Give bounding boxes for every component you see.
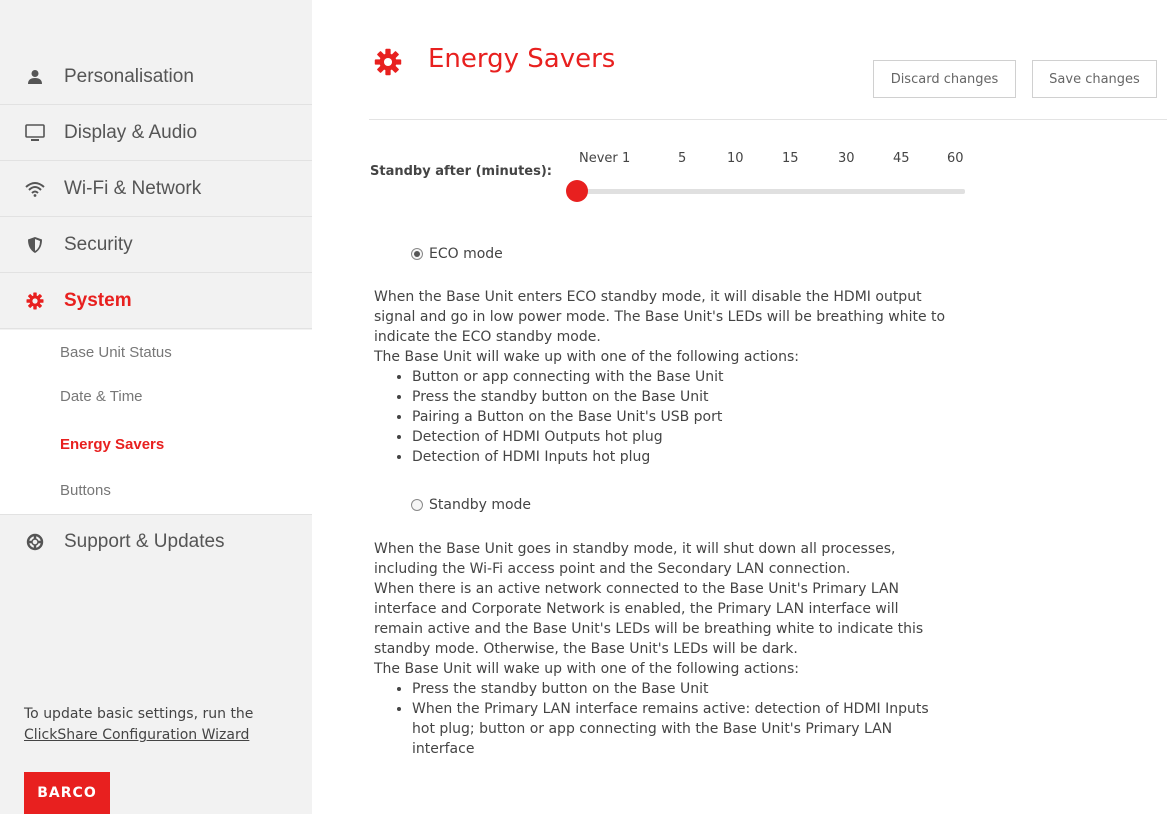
standby-mode-label: Standby mode — [429, 497, 532, 513]
slider-tick-label: 30 — [838, 151, 855, 166]
sidebar-item-label: Personalisation — [64, 66, 194, 87]
save-changes-button[interactable]: Save changes — [1032, 60, 1157, 98]
config-wizard-link[interactable]: ClickShare Configuration Wizard — [24, 727, 249, 743]
description-line: When the Base Unit enters ECO standby mo… — [374, 289, 922, 305]
sidebar-item-display-audio[interactable]: Display & Audio — [0, 106, 312, 161]
header-divider — [369, 119, 1167, 120]
lifebuoy-icon — [24, 531, 46, 553]
sidebar-item-label: System — [64, 290, 132, 311]
sidebar-item-label: Security — [64, 234, 133, 255]
list-item: Button or app connecting with the Base U… — [412, 367, 964, 387]
monitor-icon — [24, 122, 46, 144]
standby-slider-track[interactable] — [577, 189, 965, 194]
hint-text: To update basic settings, run the — [24, 706, 254, 722]
description-line: The Base Unit will wake up with one of t… — [374, 661, 799, 677]
eco-mode-label: ECO mode — [429, 246, 503, 262]
list-item: Pairing a Button on the Base Unit's USB … — [412, 407, 964, 427]
page-title: Energy Savers — [428, 44, 616, 74]
description-line: interface and Corporate Network is enabl… — [374, 601, 899, 617]
standby-slider-handle[interactable] — [566, 180, 588, 202]
list-item: Detection of HDMI Outputs hot plug — [412, 427, 964, 447]
description-line: standby mode. Otherwise, the Base Unit's… — [374, 641, 798, 657]
slider-tick-label: 1 — [622, 151, 631, 166]
standby-wake-actions-list: Press the standby button on the Base Uni… — [374, 679, 952, 759]
shield-icon — [24, 234, 46, 256]
slider-tick-label: 5 — [678, 151, 687, 166]
sidebar-item-label: Support & Updates — [64, 530, 225, 552]
discard-changes-button[interactable]: Discard changes — [873, 60, 1016, 98]
standby-mode-radio[interactable] — [411, 499, 423, 511]
submenu-item-buttons[interactable]: Buttons — [60, 482, 111, 499]
eco-mode-radio[interactable] — [411, 248, 423, 260]
sidebar-item-label: Display & Audio — [64, 122, 198, 143]
sidebar-item-wifi-network[interactable]: Wi-Fi & Network — [0, 162, 312, 217]
standby-mode-option[interactable]: Standby mode — [411, 497, 531, 513]
description-line: indicate the ECO standby mode. — [374, 329, 601, 345]
description-line: signal and go in low power mode. The Bas… — [374, 309, 946, 325]
gear-icon — [374, 48, 402, 76]
user-icon — [24, 66, 46, 88]
eco-mode-description: When the Base Unit enters ECO standby mo… — [374, 287, 964, 467]
list-item: Press the standby button on the Base Uni… — [412, 387, 964, 407]
description-line: The Base Unit will wake up with one of t… — [374, 349, 799, 365]
list-item: Detection of HDMI Inputs hot plug — [412, 447, 964, 467]
system-submenu: Base Unit Status Date & Time Energy Save… — [0, 330, 312, 515]
slider-tick-label: 60 — [947, 151, 964, 166]
config-wizard-hint: To update basic settings, run the ClickS… — [24, 704, 304, 746]
list-item: When the Primary LAN interface remains a… — [412, 699, 952, 759]
sidebar-item-personalisation[interactable]: Personalisation — [0, 50, 312, 105]
slider-tick-label: 10 — [727, 151, 744, 166]
gear-icon — [24, 290, 46, 312]
slider-tick-label: Never — [579, 151, 618, 166]
standby-mode-description: When the Base Unit goes in standby mode,… — [374, 539, 964, 759]
list-item: Press the standby button on the Base Uni… — [412, 679, 952, 699]
description-line: When there is an active network connecte… — [374, 581, 900, 597]
eco-mode-option[interactable]: ECO mode — [411, 246, 503, 262]
barco-logo: BARCO — [24, 772, 110, 814]
eco-wake-actions-list: Button or app connecting with the Base U… — [374, 367, 964, 467]
sidebar-item-system[interactable]: System — [0, 274, 312, 329]
description-line: remain active and the Base Unit's LEDs w… — [374, 621, 924, 637]
wifi-icon — [24, 178, 46, 200]
description-line: When the Base Unit goes in standby mode,… — [374, 541, 896, 557]
submenu-item-energy-savers[interactable]: Energy Savers — [60, 436, 164, 453]
sidebar-item-security[interactable]: Security — [0, 218, 312, 273]
slider-tick-label: 45 — [893, 151, 910, 166]
description-line: including the Wi-Fi access point and the… — [374, 561, 851, 577]
sidebar-item-support-updates[interactable]: Support & Updates — [0, 514, 312, 569]
standby-label: Standby after (minutes): — [370, 164, 552, 179]
sidebar-item-label: Wi-Fi & Network — [64, 178, 202, 199]
submenu-item-base-unit-status[interactable]: Base Unit Status — [60, 344, 172, 361]
submenu-item-date-time[interactable]: Date & Time — [60, 388, 143, 405]
slider-tick-label: 15 — [782, 151, 799, 166]
sidebar: Personalisation Display & Audio Wi-Fi & … — [0, 0, 312, 814]
